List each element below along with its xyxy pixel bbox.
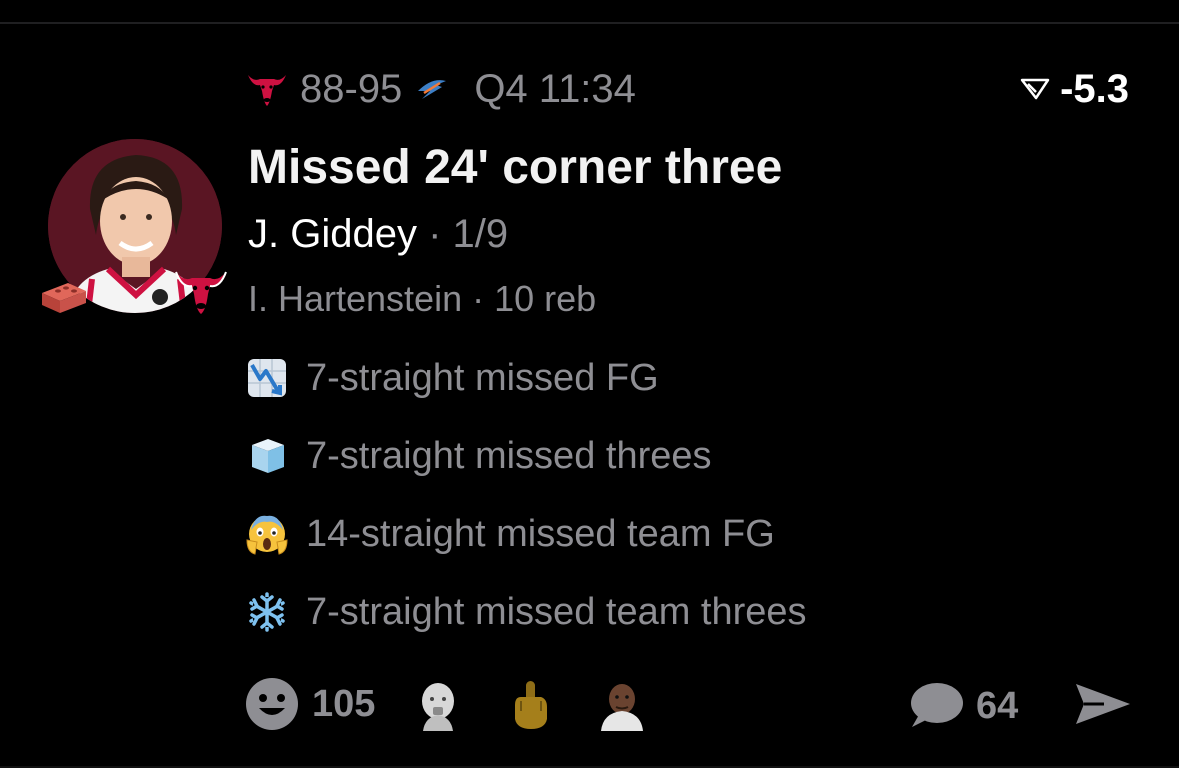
speech-bubble-icon	[911, 683, 963, 727]
snowflake-icon	[244, 589, 290, 635]
chart-decreasing-icon	[244, 355, 290, 401]
screaming-face-icon	[244, 511, 290, 557]
fact-item: 14-straight missed team FG	[244, 506, 807, 562]
reaction-bar: 105	[244, 672, 687, 736]
fact-item: 7-straight missed team threes	[244, 584, 807, 640]
player-avatar[interactable]	[42, 139, 227, 314]
player-stat: · 1/9	[416, 212, 509, 256]
sharp-spread-icon	[1020, 78, 1050, 100]
smiley-icon	[246, 678, 298, 730]
game-clock: Q4 11:34	[474, 66, 636, 111]
fact-text: 7-straight missed FG	[306, 356, 659, 399]
player-line[interactable]: J. Giddey · 1/9	[248, 212, 508, 257]
ice-cube-icon	[244, 433, 290, 479]
share-send-icon[interactable]	[1074, 680, 1132, 728]
fact-item: 7-straight missed threes	[244, 428, 807, 484]
reaction-count: 105	[312, 682, 376, 725]
rebound-line[interactable]: I. Hartenstein · 10 reb	[248, 278, 596, 320]
add-reaction-button[interactable]: 105	[244, 676, 411, 732]
bulls-logo-icon	[175, 271, 227, 314]
game-scoreline[interactable]: 88-95 Q4 11:34	[246, 66, 636, 112]
play-headline: Missed 24' corner three	[248, 141, 783, 194]
bulls-logo-icon	[248, 75, 286, 106]
top-divider	[0, 22, 1179, 24]
fact-item: 7-straight missed FG	[244, 350, 807, 406]
spread-value: -5.3	[1060, 66, 1129, 111]
play-facts: 7-straight missed FG 7-straight missed t…	[244, 350, 807, 662]
comment-count: 64	[976, 684, 1019, 727]
middle-finger-icon[interactable]	[503, 677, 557, 731]
brick-icon	[42, 283, 86, 313]
thunder-logo-icon	[418, 80, 447, 99]
player-name[interactable]: J. Giddey	[248, 212, 417, 256]
score: 88-95	[300, 66, 403, 111]
fact-text: 7-straight missed threes	[306, 434, 712, 477]
man-face-reaction-icon[interactable]	[595, 677, 649, 731]
fact-text: 7-straight missed team threes	[306, 590, 807, 633]
comments-button[interactable]: 64	[906, 676, 1018, 736]
spread-indicator[interactable]: -5.3	[1020, 66, 1129, 112]
fact-text: 14-straight missed team FG	[306, 512, 775, 555]
baby-face-reaction-icon[interactable]	[411, 677, 465, 731]
